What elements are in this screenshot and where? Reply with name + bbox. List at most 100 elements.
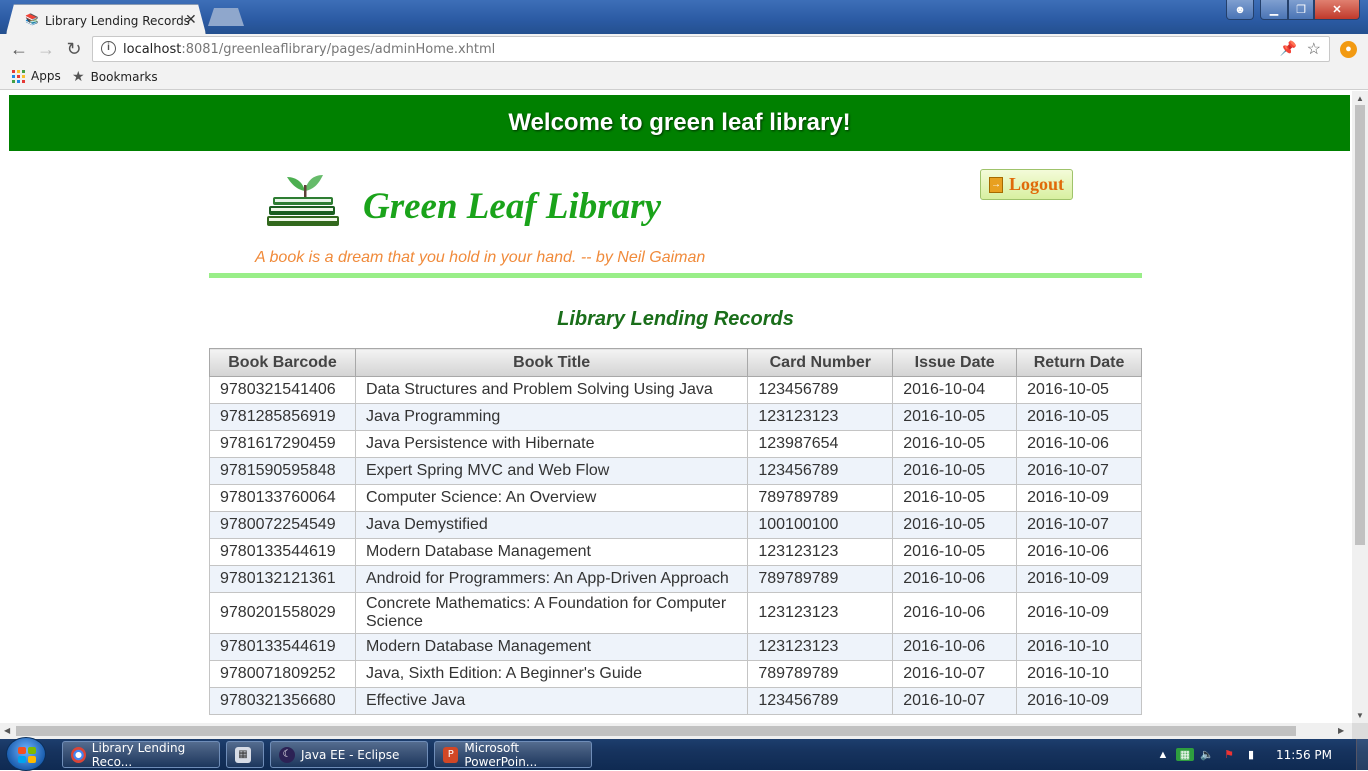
clock[interactable]: 11:56 PM [1276,748,1332,762]
cell-issue-date: 2016-10-07 [892,660,1018,688]
cell-return-date: 2016-10-09 [1016,484,1142,512]
volume-icon[interactable]: 🔈 [1198,748,1216,761]
page-title: Library Lending Records [557,308,794,330]
cell-title: Java, Sixth Edition: A Beginner's Guide [354,660,749,688]
app-tray-icon[interactable]: ▦ [1176,748,1194,761]
column-header-barcode[interactable]: Book Barcode [209,348,356,377]
column-header-issue-date[interactable]: Issue Date [892,348,1018,377]
cell-card: 789789789 [747,660,894,688]
cell-card: 123123123 [747,403,894,431]
cell-return-date: 2016-10-06 [1016,538,1142,566]
cell-title: Concrete Mathematics: A Foundation for C… [354,592,749,634]
cell-title: Java Programming [354,403,749,431]
bookmark-label: Apps [31,69,61,83]
cell-return-date: 2016-10-05 [1016,376,1142,404]
taskbar-item-eclipse[interactable]: ☾ Java EE - Eclipse [270,741,428,768]
star-icon: ★ [72,69,85,85]
table-row: 9780133544619 Modern Database Management 1… [209,633,1142,661]
eclipse-icon: ☾ [279,746,295,763]
column-header-title[interactable]: Book Title [354,348,749,377]
reload-icon[interactable]: ↻ [63,38,85,60]
scroll-up-icon[interactable]: ▲ [1356,94,1364,103]
forward-arrow-icon[interactable]: → [35,38,57,60]
url-text[interactable]: localhost:8081/greenleaflibrary/pages/ad… [123,42,495,57]
vertical-scrollbar[interactable]: ▲ ▼ [1352,91,1368,723]
cell-title: Data Structures and Problem Solving Usin… [354,376,749,404]
horizontal-scrollbar[interactable]: ◀ ▶ [0,723,1352,739]
cell-title: Modern Database Management [354,538,749,566]
cell-return-date: 2016-10-10 [1016,660,1142,688]
bookmark-star-icon[interactable]: ☆ [1307,39,1321,59]
table-row: 9780133544619 Modern Database Management 1… [209,538,1142,566]
taskbar-label: Library Lending Reco... [91,740,186,769]
column-header-return-date[interactable]: Return Date [1016,348,1142,377]
cell-card: 123456789 [747,457,894,485]
cell-issue-date: 2016-10-05 [892,538,1018,566]
cell-card: 789789789 [747,565,894,593]
cell-barcode: 9780132121361 [209,565,356,593]
scroll-down-icon[interactable]: ▼ [1356,711,1364,720]
table-row: 9780321356680 Effective Java 123456789 2016… [209,687,1142,715]
back-arrow-icon[interactable]: ← [8,38,30,60]
show-desktop-button[interactable] [1356,739,1368,770]
cell-issue-date: 2016-10-06 [892,592,1018,634]
library-logo-icon [267,175,339,226]
logout-icon: → [989,176,1003,193]
scroll-left-icon[interactable]: ◀ [4,726,10,735]
table-row: 9781617290459 Java Persistence with Hiber… [209,430,1142,458]
show-hidden-icons-icon[interactable]: ▲ [1154,749,1172,761]
minimize-button[interactable]: ▁ [1260,0,1288,20]
close-window-button[interactable]: ✕ [1314,0,1360,20]
network-icon[interactable]: ▮ [1242,748,1260,761]
action-center-icon[interactable]: ⚑ [1220,748,1238,761]
cell-title: Expert Spring MVC and Web Flow [354,457,749,485]
table-row: 9780321541406 Data Structures and Problem… [209,376,1142,404]
address-bar[interactable]: i localhost:8081/greenleaflibrary/pages/… [92,36,1330,62]
site-info-icon[interactable]: i [101,41,116,56]
taskbar-item-powerpoint[interactable]: P Microsoft PowerPoin... [434,741,592,769]
table-row: 9780132121361 Android for Programmers: An… [209,565,1142,593]
calculator-icon: ▦ [235,746,251,763]
new-tab-button[interactable] [208,8,244,26]
logout-button[interactable]: → Logout [980,169,1073,200]
cell-title: Android for Programmers: An App-Driven A… [354,565,749,593]
column-header-card[interactable]: Card Number [747,348,894,377]
cell-issue-date: 2016-10-05 [892,430,1018,458]
browser-toolbar: ← → ↻ i localhost:8081/greenleaflibrary/… [0,34,1368,64]
vertical-scroll-thumb[interactable] [1355,105,1365,545]
cell-card: 123123123 [747,592,894,634]
lending-records-table: Book Barcode Book Title Card Number Issu… [209,348,1142,715]
cell-issue-date: 2016-10-06 [892,633,1018,661]
cell-return-date: 2016-10-05 [1016,403,1142,431]
logout-label: Logout [1009,174,1065,194]
bookmarks-bar: Apps ★ Bookmarks [0,64,1368,90]
extension-icon[interactable]: ● [1340,41,1357,58]
tab-close-icon[interactable]: ✕ [185,11,197,28]
cell-title: Effective Java [354,687,749,715]
pin-icon[interactable]: 📌 [1280,40,1297,57]
scroll-right-icon[interactable]: ▶ [1338,726,1344,735]
taskbar-item-calculator[interactable]: ▦ [226,741,264,768]
welcome-banner: Welcome to green leaf library! [9,95,1350,151]
table-row: 9780072254549 Java Demystified 100100100 20… [209,511,1142,539]
cell-barcode: 9781285856919 [209,403,356,431]
profile-icon[interactable]: ☻ [1226,0,1254,20]
cell-return-date: 2016-10-07 [1016,457,1142,485]
browser-tab[interactable]: 📚 Library Lending Records ✕ [6,4,206,34]
cell-issue-date: 2016-10-06 [892,565,1018,593]
maximize-button[interactable]: ❐ [1288,0,1314,20]
table-body: 9780321541406 Data Structures and Problem… [209,376,1142,715]
start-button[interactable] [6,737,46,771]
cell-barcode: 9781590595848 [209,457,356,485]
chrome-icon [71,746,86,763]
bookmark-apps[interactable]: Apps [12,69,61,83]
cell-barcode: 9780133544619 [209,633,356,661]
horizontal-scroll-thumb[interactable] [16,726,1296,736]
cell-card: 123123123 [747,633,894,661]
taskbar-item-chrome[interactable]: Library Lending Reco... [62,740,220,769]
table-row: 9780071809252 Java, Sixth Edition: A Begi… [209,660,1142,688]
bookmark-bookmarks[interactable]: ★ Bookmarks [72,69,158,85]
browser-titlebar: 📚 Library Lending Records ✕ ☻ ▁ ❐ ✕ [0,0,1368,34]
cell-return-date: 2016-10-06 [1016,430,1142,458]
windows-taskbar: Library Lending Reco... ▦ ☾ Java EE - Ec… [0,737,1368,771]
